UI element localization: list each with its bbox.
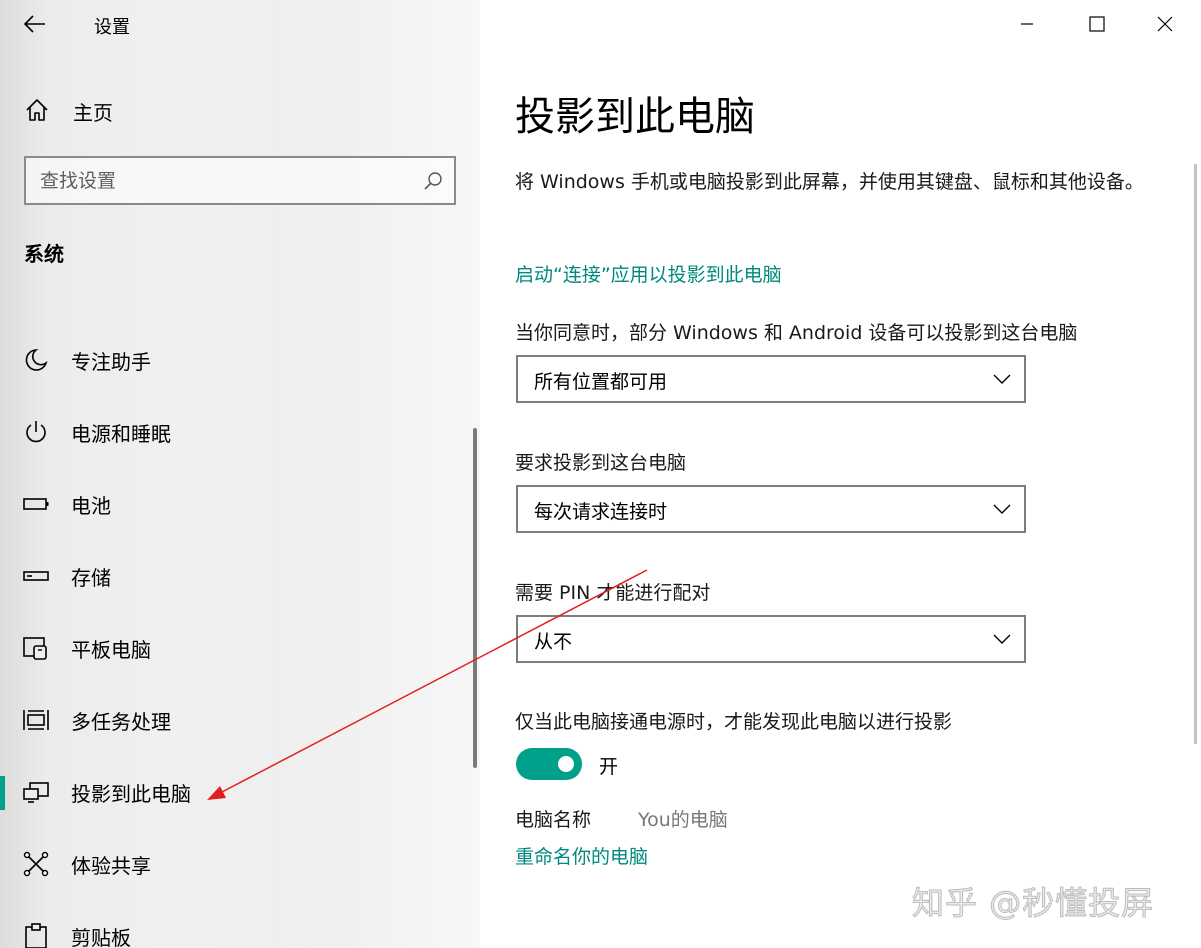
dropdown-value: 从不 — [534, 631, 573, 653]
storage-icon — [23, 571, 49, 581]
dropdown-value: 每次请求连接时 — [534, 501, 668, 523]
nav-scrollbar[interactable] — [473, 428, 477, 768]
clipboard-icon — [25, 923, 47, 948]
multitasking-icon — [23, 710, 49, 730]
nav-item-label: 投影到此电脑 — [71, 782, 191, 806]
project-icon — [23, 782, 49, 803]
nav-item-focus-assist[interactable]: 专注助手 — [0, 334, 472, 386]
tablet-mode-icon — [23, 637, 47, 660]
rename-pc-link[interactable]: 重命名你的电脑 — [515, 842, 648, 869]
nav-item-battery[interactable]: 电池 — [0, 478, 472, 530]
nav-home[interactable]: 主页 — [0, 88, 480, 132]
power-only-toggle[interactable] — [516, 748, 582, 780]
nav-item-label: 电源和睡眠 — [71, 422, 171, 446]
minimize-icon — [1021, 23, 1033, 25]
watermark: 知乎 @秒懂投屏 — [911, 884, 1155, 923]
settings-nav-pane: 设置 主页 系统 专注助手 电源和睡眠 — [0, 0, 480, 948]
nav-item-label: 体验共享 — [71, 854, 151, 878]
nav-item-label: 电池 — [71, 494, 111, 518]
nav-item-storage[interactable]: 存储 — [0, 550, 472, 602]
pc-name-label: 电脑名称 — [515, 809, 592, 831]
power-icon — [26, 421, 46, 443]
content-scrollbar[interactable] — [1194, 164, 1197, 744]
require-pin-label: 需要 PIN 才能进行配对 — [515, 582, 711, 604]
maximize-icon — [1089, 16, 1105, 32]
power-only-label: 仅当此电脑接通电源时，才能发现此电脑以进行投影 — [515, 711, 953, 733]
nav-item-clipboard[interactable]: 剪贴板 — [0, 910, 472, 948]
search-icon[interactable] — [422, 170, 444, 192]
search-input[interactable] — [40, 167, 410, 195]
nav-item-power-sleep[interactable]: 电源和睡眠 — [0, 406, 472, 458]
availability-dropdown[interactable]: 所有位置都可用 — [516, 355, 1026, 403]
back-button[interactable] — [20, 10, 52, 38]
minimize-button[interactable] — [1004, 6, 1050, 42]
chevron-down-icon — [993, 634, 1011, 644]
selection-indicator — [0, 776, 5, 810]
page-description: 将 Windows 手机或电脑投影到此屏幕，并使用其键盘、鼠标和其他设备。 — [515, 171, 1144, 193]
maximize-button[interactable] — [1074, 6, 1120, 42]
section-title: 系统 — [24, 242, 64, 266]
chevron-down-icon — [993, 374, 1011, 384]
ask-to-project-label: 要求投影到这台电脑 — [515, 452, 687, 474]
nav-item-label: 剪贴板 — [71, 926, 131, 948]
close-icon — [1157, 16, 1173, 32]
chevron-down-icon — [993, 504, 1011, 514]
pc-name-value: You的电脑 — [638, 809, 728, 831]
toggle-state-label: 开 — [599, 756, 619, 778]
app-title: 设置 — [94, 17, 130, 38]
search-settings-box[interactable] — [24, 156, 456, 205]
nav-item-label: 多任务处理 — [71, 710, 171, 734]
ask-to-project-dropdown[interactable]: 每次请求连接时 — [516, 485, 1026, 533]
nav-item-project-to-this-pc[interactable]: 投影到此电脑 — [0, 766, 472, 818]
back-arrow-icon — [23, 15, 45, 33]
nav-title-bar: 设置 — [0, 0, 480, 50]
nav-item-shared-experiences[interactable]: 体验共享 — [0, 838, 472, 890]
nav-item-label: 存储 — [71, 566, 111, 590]
availability-label: 当你同意时，部分 Windows 和 Android 设备可以投影到这台电脑 — [515, 322, 1078, 344]
moon-icon — [25, 349, 48, 371]
nav-item-multitasking[interactable]: 多任务处理 — [0, 694, 472, 746]
toggle-knob — [558, 756, 574, 772]
nav-home-label: 主页 — [73, 101, 113, 125]
settings-content-pane: 投影到此电脑 将 Windows 手机或电脑投影到此屏幕，并使用其键盘、鼠标和其… — [480, 0, 1201, 948]
battery-icon — [23, 498, 49, 510]
dropdown-value: 所有位置都可用 — [534, 371, 668, 393]
require-pin-dropdown[interactable]: 从不 — [516, 615, 1026, 663]
close-button[interactable] — [1142, 6, 1188, 42]
nav-item-tablet-mode[interactable]: 平板电脑 — [0, 622, 472, 674]
nav-item-label: 专注助手 — [71, 350, 151, 374]
shared-experiences-icon — [23, 851, 49, 877]
page-title: 投影到此电脑 — [515, 94, 755, 140]
launch-connect-app-link[interactable]: 启动“连接”应用以投影到此电脑 — [515, 260, 782, 287]
nav-item-label: 平板电脑 — [71, 638, 151, 662]
home-icon — [26, 99, 48, 121]
